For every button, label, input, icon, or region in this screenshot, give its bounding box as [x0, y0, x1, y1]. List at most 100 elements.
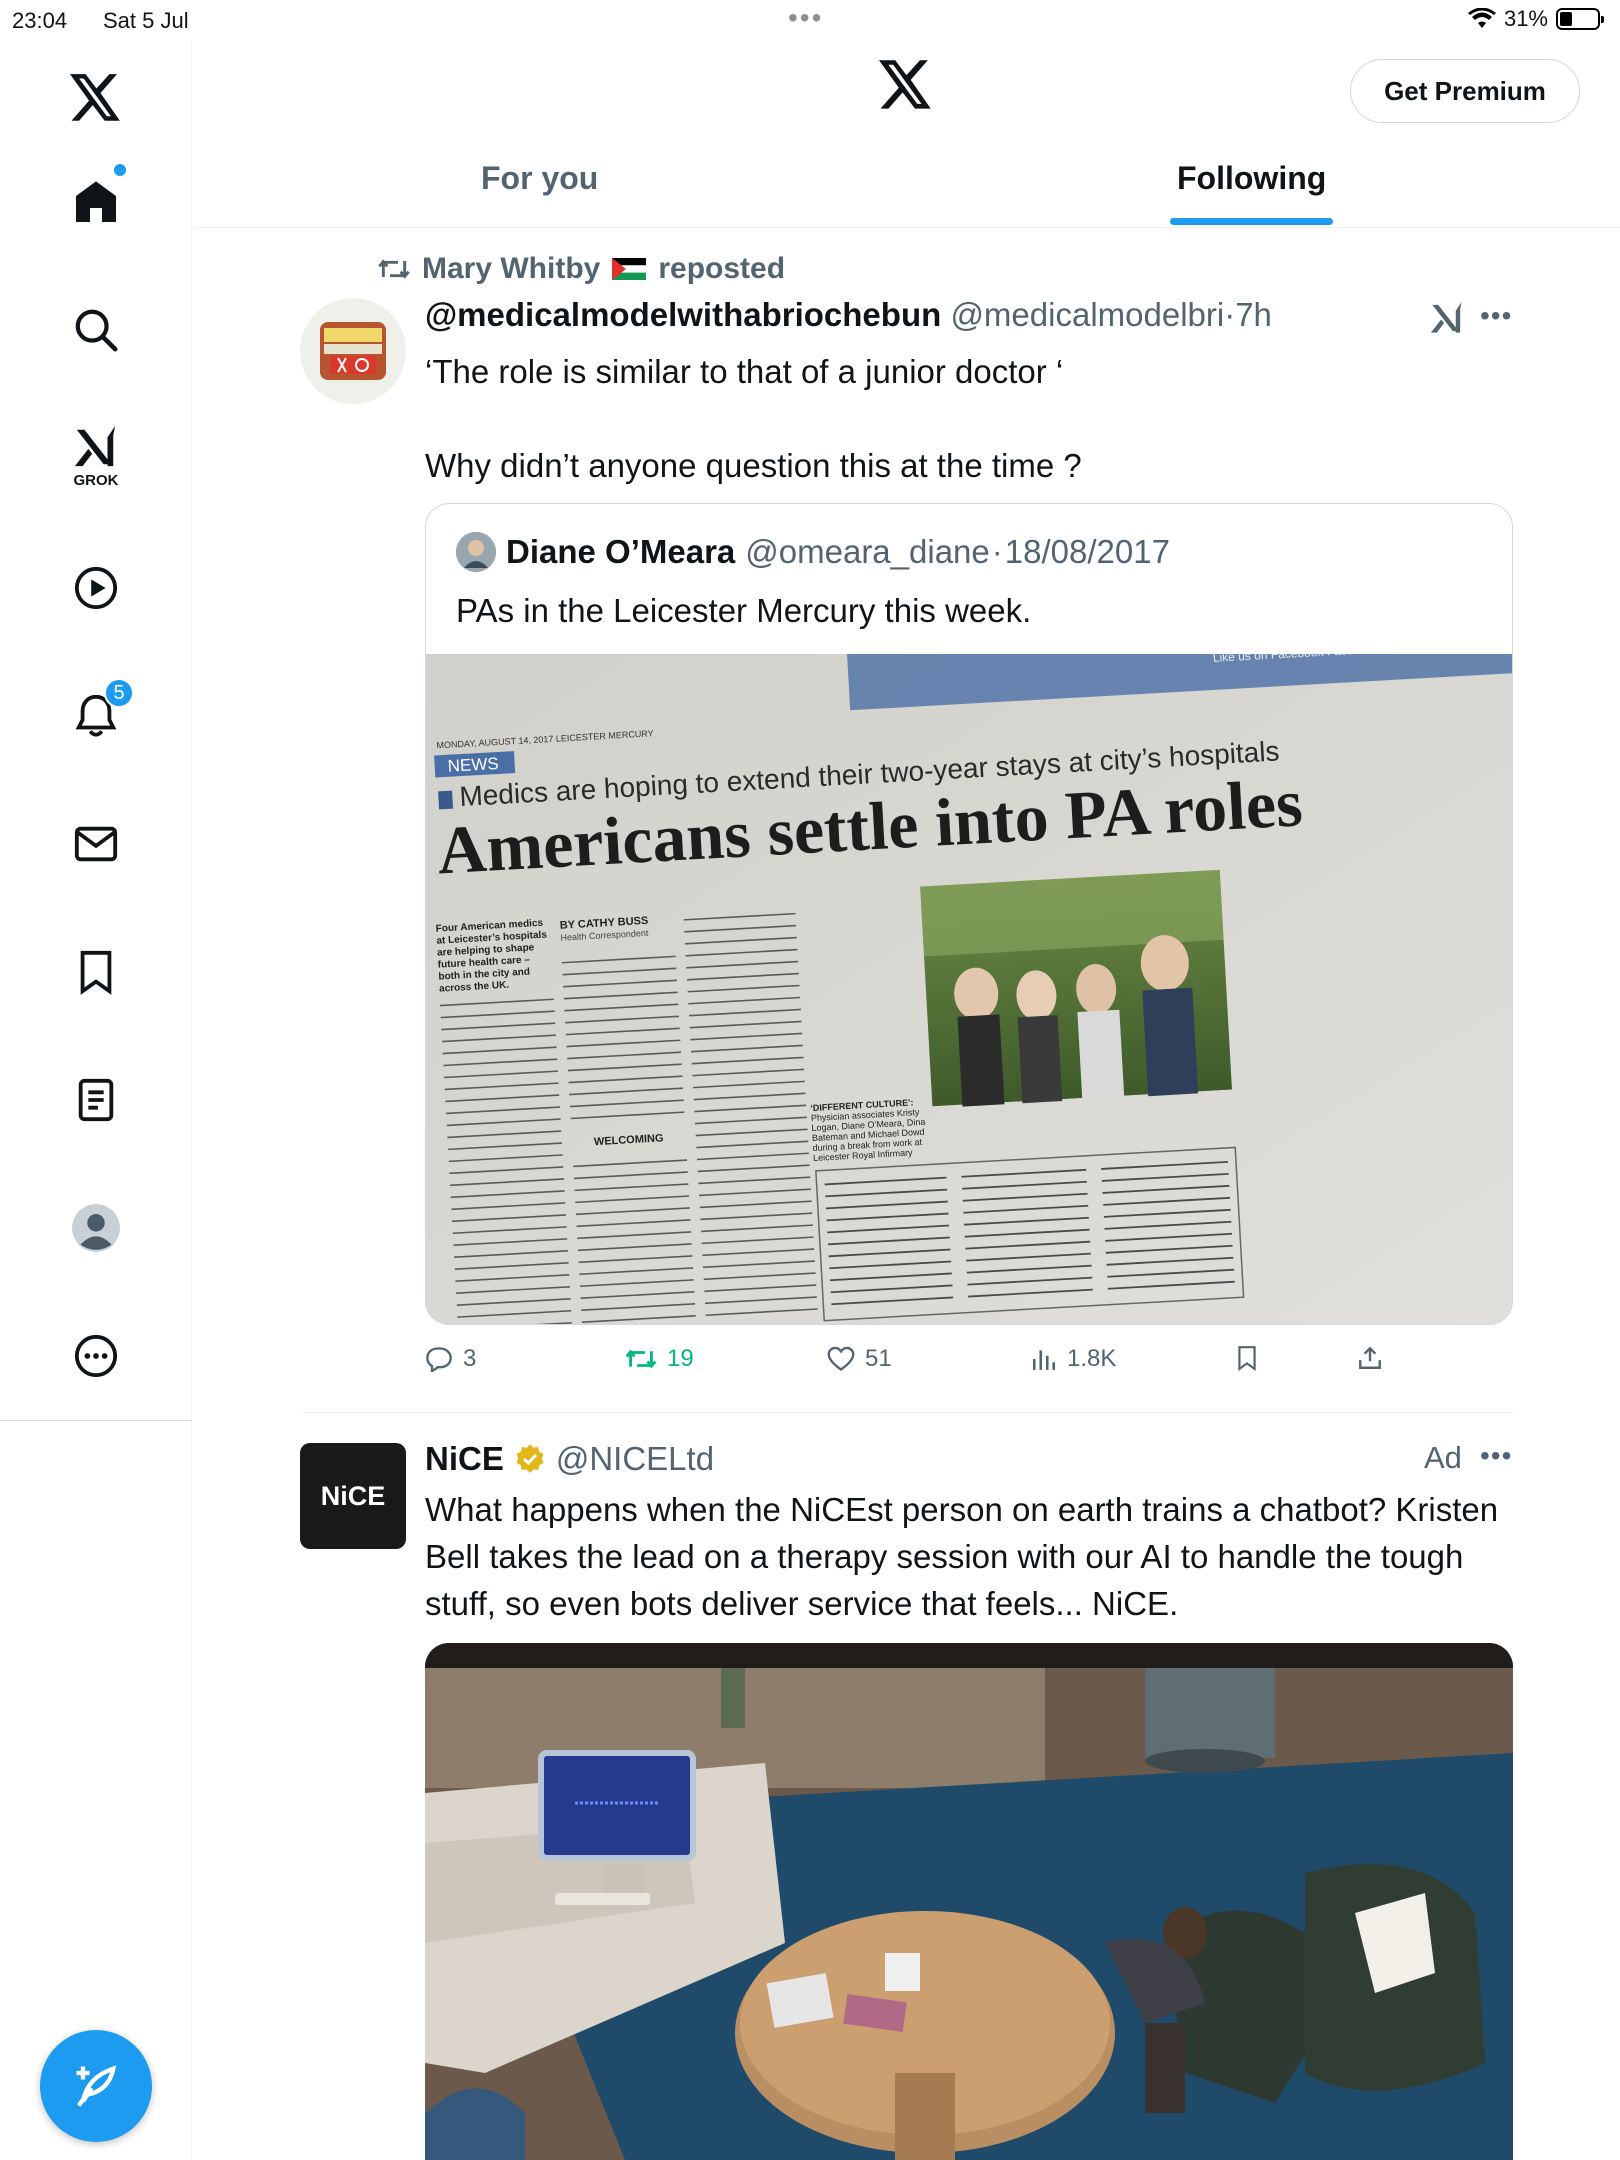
sidebar: GROK 5: [0, 40, 192, 2160]
tweet-divider: [300, 1412, 1513, 1413]
author-handle[interactable]: @medicalmodelbri: [950, 296, 1224, 333]
newspaper-clipping-image: Like us on Facebook Facebook.com/leicest…: [426, 654, 1512, 1324]
tab-following[interactable]: Following: [1177, 160, 1326, 197]
author-name[interactable]: @medicalmodelwithabriochebun: [425, 296, 941, 333]
separator-dot: ·: [1224, 296, 1236, 333]
quoted-tweet-text: PAs in the Leicester Mercury this week.: [456, 592, 1032, 629]
list-icon: [78, 1078, 114, 1122]
more-circle-icon: [74, 1334, 118, 1378]
repost-icon: [625, 1349, 657, 1369]
author-avatar[interactable]: [300, 298, 406, 404]
sidebar-item-notifications[interactable]: 5: [44, 664, 148, 768]
share-icon: [1359, 1346, 1381, 1369]
tweet-time[interactable]: 7h: [1235, 296, 1272, 333]
repost-context: Mary Whitby reposted: [378, 252, 785, 286]
share-button[interactable]: [1357, 1345, 1383, 1371]
verified-gold-badge-icon: [516, 1444, 544, 1473]
sidebar-item-messages[interactable]: [44, 792, 148, 896]
more-options-icon[interactable]: •••: [1480, 1440, 1512, 1472]
tweet-header: @medicalmodelwithabriochebun @medicalmod…: [425, 296, 1272, 334]
grok-icon: [1430, 301, 1462, 333]
x-logo-icon: [879, 60, 931, 109]
ad-video[interactable]: [425, 1643, 1513, 2160]
tweet-header: NiCE @NICELtd: [425, 1440, 714, 1478]
like-button[interactable]: 51: [827, 1345, 892, 1373]
general-medical-council-logo-icon: [300, 298, 406, 404]
repost-count: 19: [667, 1345, 694, 1372]
like-count: 51: [865, 1345, 892, 1372]
header-x-logo: [879, 60, 933, 115]
sidebar-item-profile[interactable]: [44, 1176, 148, 1280]
tweet-text: What happens when the NiCEst person on e…: [425, 1491, 1499, 1622]
bookmark-icon: [80, 950, 112, 995]
tab-for-you[interactable]: For you: [481, 160, 598, 197]
bookmark-icon: [1238, 1346, 1256, 1371]
quoted-tweet-date: 18/08/2017: [1004, 533, 1170, 570]
reposted-label: reposted: [658, 252, 786, 285]
battery-icon: [1556, 8, 1604, 30]
grok-icon: [74, 425, 116, 466]
author-handle[interactable]: @NICELtd: [556, 1440, 714, 1478]
grok-label: GROK: [73, 471, 119, 489]
home-new-dot: [114, 164, 126, 176]
more-options-icon[interactable]: •••: [1480, 300, 1512, 332]
sidebar-item-lists[interactable]: [44, 1048, 148, 1152]
x-logo-icon: [70, 74, 120, 121]
quoted-author-avatar[interactable]: [456, 532, 496, 572]
notifications-badge: 5: [104, 678, 134, 708]
sidebar-item-more[interactable]: [44, 1304, 148, 1408]
newspaper-caption: Physician associates Kristy Logan, Diane…: [810, 1107, 926, 1164]
multitasking-dots-icon[interactable]: •••: [788, 2, 823, 34]
ad-label: Ad: [1424, 1440, 1462, 1475]
analytics-bar-icon: [1032, 1350, 1056, 1370]
advertiser-avatar[interactable]: NiCE: [300, 1443, 406, 1549]
search-icon: [75, 309, 118, 352]
status-time: 23:04: [12, 8, 68, 33]
reposter-name[interactable]: Mary Whitby: [422, 252, 600, 286]
reply-button[interactable]: 3: [425, 1345, 476, 1373]
tweet-actions: 3 19 51 1.8K: [425, 1345, 1513, 1385]
newspaper-section: NEWS: [447, 754, 499, 776]
sidebar-divider: [0, 1420, 192, 1421]
newspaper-photo[interactable]: Like us on Facebook Facebook.com/leicest…: [426, 654, 1512, 1324]
views-button[interactable]: 1.8K: [1031, 1345, 1116, 1373]
sidebar-item-grok[interactable]: GROK: [44, 404, 148, 508]
profile-avatar-icon: [72, 1204, 120, 1252]
quoted-avatar-image: [456, 532, 496, 572]
view-count: 1.8K: [1067, 1345, 1117, 1372]
sidebar-item-x-logo[interactable]: [44, 46, 148, 150]
sidebar-item-home[interactable]: [44, 150, 148, 254]
tweet-text: ‘The role is similar to that of a junior…: [425, 353, 1082, 484]
ad-video-still-image: [425, 1643, 1513, 2160]
get-premium-button[interactable]: Get Premium: [1350, 59, 1580, 123]
author-name[interactable]: NiCE: [425, 1440, 504, 1478]
compose-post-button[interactable]: [40, 2030, 152, 2142]
mail-icon: [74, 826, 118, 862]
quoted-tweet-header: Diane O’Meara @omeara_diane · 18/08/2017: [456, 532, 1170, 572]
sidebar-item-explore[interactable]: [44, 278, 148, 382]
newspaper-intro: Four American medics at Leicester’s hosp…: [435, 917, 548, 994]
status-date: Sat 5 Jul: [103, 8, 189, 33]
reply-count: 3: [463, 1345, 477, 1372]
quoted-author-handle[interactable]: @omeara_diane: [745, 533, 990, 571]
play-circle-icon: [74, 566, 118, 610]
separator-dot: ·: [991, 533, 1003, 570]
repost-icon: [378, 259, 410, 279]
reply-icon: [426, 1347, 452, 1372]
status-bar: 23:04 Sat 5 Jul ••• 31%: [0, 0, 1620, 40]
compose-feather-icon: [76, 2065, 117, 2107]
heart-icon: [827, 1346, 855, 1371]
bookmark-button[interactable]: [1235, 1345, 1259, 1371]
active-tab-indicator: [1170, 218, 1333, 225]
repost-button[interactable]: 19: [625, 1345, 694, 1373]
grok-explain-button[interactable]: [1428, 300, 1466, 341]
quoted-author-name[interactable]: Diane O’Meara: [506, 533, 735, 571]
battery-percent: 31%: [1503, 6, 1548, 31]
palestine-flag-icon: [612, 258, 647, 280]
wifi-icon: [1467, 8, 1496, 28]
home-icon: [76, 181, 116, 222]
quoted-tweet[interactable]: Diane O’Meara @omeara_diane · 18/08/2017 P…: [425, 503, 1513, 1325]
sidebar-item-video[interactable]: [44, 536, 148, 640]
sidebar-item-bookmarks[interactable]: [44, 920, 148, 1024]
timeline-header: Get Premium For you Following: [193, 40, 1620, 228]
